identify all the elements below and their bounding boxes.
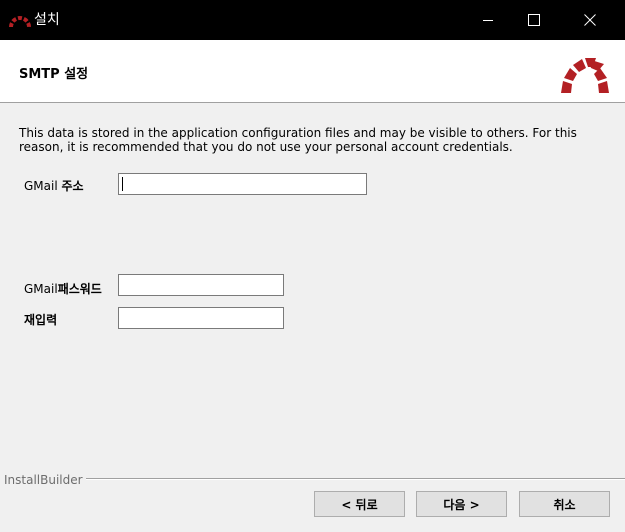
- email-label: GMail 주소: [24, 177, 84, 194]
- title-bar[interactable]: 설치: [0, 0, 625, 40]
- window-title: 설치: [34, 12, 60, 28]
- redmine-logo-icon: [561, 58, 609, 93]
- password-label: GMail패스워드: [24, 280, 102, 297]
- cancel-button[interactable]: 취소: [519, 491, 610, 517]
- back-button[interactable]: < 뒤로: [314, 491, 405, 517]
- page-header: SMTP 설정: [0, 40, 625, 103]
- app-icon: [9, 16, 31, 28]
- footer-divider: [82, 478, 625, 480]
- maximize-button[interactable]: [511, 0, 557, 40]
- password-label-prefix: GMail: [24, 282, 58, 296]
- email-label-suffix: 주소: [61, 179, 84, 193]
- close-button[interactable]: [567, 0, 613, 40]
- close-icon: [584, 14, 596, 26]
- minimize-button[interactable]: [465, 0, 511, 40]
- reenter-label: 재입력: [24, 313, 58, 327]
- info-text: This data is stored in the application c…: [19, 126, 577, 154]
- text-caret: [122, 177, 123, 191]
- installbuilder-brand: InstallBuilder: [4, 473, 86, 487]
- maximize-icon: [528, 14, 540, 26]
- next-button[interactable]: 다음 >: [416, 491, 507, 517]
- password-label-suffix: 패스워드: [57, 282, 102, 296]
- password-input[interactable]: [118, 274, 284, 296]
- email-label-prefix: GMail: [24, 179, 58, 193]
- minimize-icon: [483, 20, 493, 21]
- page-title: SMTP 설정: [19, 67, 89, 82]
- email-input[interactable]: [118, 173, 367, 195]
- reenter-password-input[interactable]: [118, 307, 284, 329]
